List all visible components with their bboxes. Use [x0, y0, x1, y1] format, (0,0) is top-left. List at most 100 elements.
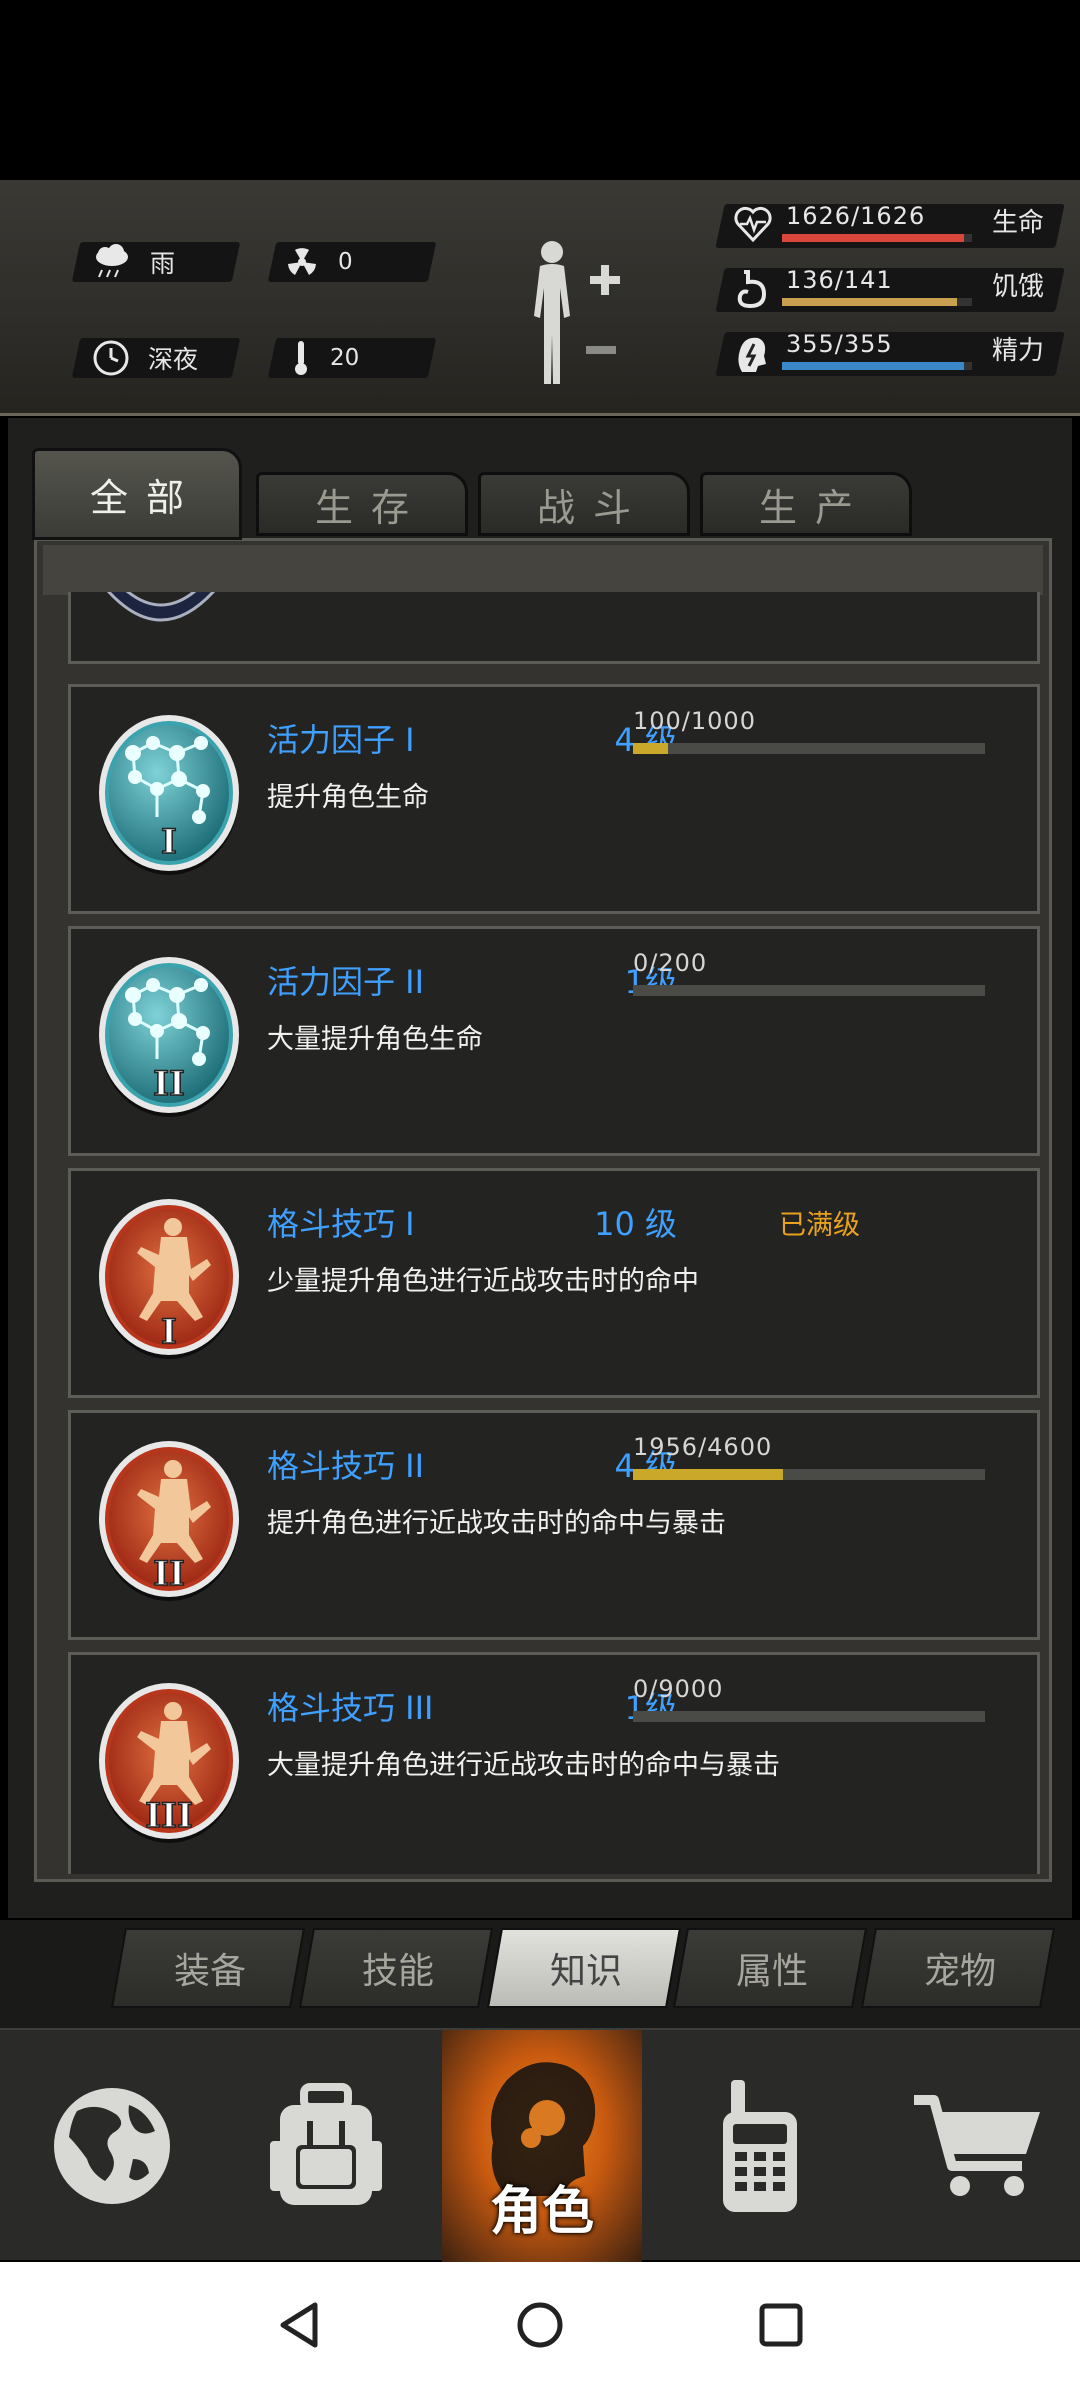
svg-text:III: III	[145, 1796, 193, 1836]
shield-icon	[107, 592, 215, 622]
svg-text:II: II	[153, 1554, 185, 1594]
skill-card[interactable]: III 格斗技巧 III 1级 大量提升角色进行近战攻击时的命中与暴击 0/90…	[68, 1652, 1040, 1874]
progress-bar	[633, 1711, 985, 1722]
skill-title: 活力因子 I	[267, 721, 415, 759]
stat-value: 355/355	[786, 330, 893, 358]
rain-cloud-icon	[96, 244, 128, 278]
home-button[interactable]	[505, 2290, 575, 2360]
nav-backpack[interactable]	[226, 2030, 426, 2262]
sub-tabs: 装备 技能 知识 属性 宠物	[0, 1920, 1080, 2032]
molecule-icon: II	[99, 957, 239, 1117]
molecule-icon: I	[99, 715, 239, 875]
skill-list[interactable]: I 活力因子 I 4 级 提升角色生命 100/1000 II 活力因子 II …	[34, 592, 1050, 1874]
progress-bar-fill	[633, 1469, 783, 1480]
progress-bar	[633, 743, 985, 754]
sub-tab-knowledge[interactable]: 知识	[486, 1928, 682, 2008]
martial-arts-icon: III	[99, 1683, 239, 1843]
skill-icon: II	[93, 955, 245, 1125]
svg-text:I: I	[161, 822, 177, 862]
temperature-indicator[interactable]: 20	[290, 338, 359, 378]
maxed-label: 已满级	[779, 1210, 860, 1241]
stat-name: 饥饿	[992, 272, 1045, 302]
sub-tab-attributes[interactable]: 属性	[672, 1928, 868, 2008]
skill-card[interactable]: II 格斗技巧 II 4 级 提升角色进行近战攻击时的命中与暴击 1956/46…	[68, 1410, 1040, 1640]
skill-title: 格斗技巧 II	[267, 1447, 425, 1485]
status-bar-area	[0, 0, 1080, 180]
tab-all[interactable]: 全部	[32, 448, 242, 540]
sub-tab-skills[interactable]: 技能	[298, 1928, 494, 2008]
time-label: 深夜	[148, 345, 199, 374]
skill-card[interactable]: I 活力因子 I 4 级 提升角色生命 100/1000	[68, 684, 1040, 914]
skill-icon: I	[93, 713, 245, 883]
stat-energy: 355/355 精力	[715, 330, 1065, 378]
skill-card[interactable]: II 活力因子 II 1级 大量提升角色生命 0/200	[68, 926, 1040, 1156]
stat-bar	[782, 298, 972, 306]
recents-button[interactable]	[746, 2290, 816, 2360]
bottom-navigation: 角色	[0, 2028, 1080, 2262]
stomach-icon	[737, 270, 767, 308]
stat-hunger: 136/141 饥饿	[715, 266, 1065, 314]
clock-icon	[93, 340, 129, 376]
progress-text: 0/9000	[633, 1675, 724, 1703]
svg-text:II: II	[153, 1064, 185, 1104]
sub-tab-pets[interactable]: 宠物	[860, 1928, 1056, 2008]
backpack-icon	[270, 2083, 382, 2205]
list-item-partial[interactable]	[68, 592, 1040, 664]
skill-icon: III	[93, 1681, 245, 1851]
stat-value: 136/141	[786, 266, 893, 294]
skill-level: 10 级	[594, 1205, 677, 1243]
stat-bar-fill	[782, 362, 964, 370]
thermometer-icon	[295, 341, 307, 375]
skill-title: 格斗技巧 I	[267, 1205, 415, 1243]
skill-description: 少量提升角色进行近战攻击时的命中	[267, 1266, 699, 1297]
stat-health: 1626/1626 生命	[715, 202, 1065, 250]
skill-description: 大量提升角色生命	[267, 1024, 483, 1055]
time-indicator[interactable]: 深夜	[92, 338, 198, 378]
progress-bar	[633, 985, 985, 996]
category-tabs: 全部 生存 战斗 生产	[32, 448, 932, 540]
skill-title: 格斗技巧 III	[267, 1689, 434, 1727]
recents-square-icon	[759, 2303, 803, 2347]
radiation-value: 0	[338, 249, 353, 275]
stat-bar-fill	[782, 234, 964, 242]
skill-icon: I	[93, 1197, 245, 1367]
progress-bar	[633, 1469, 985, 1480]
progress-text: 1956/4600	[633, 1433, 773, 1461]
shopping-cart-icon	[914, 2095, 1040, 2196]
stat-name: 精力	[992, 336, 1045, 366]
weather-indicator[interactable]: 雨	[92, 242, 175, 282]
radiation-icon	[288, 248, 316, 275]
progress-text: 0/200	[633, 949, 708, 977]
back-triangle-icon	[280, 2302, 318, 2348]
stat-name: 生命	[992, 208, 1045, 238]
stat-bar	[782, 362, 972, 370]
nav-world[interactable]	[12, 2030, 212, 2262]
status-header: 雨 0 深夜 20 1626/1626 生命 136/141 饥饿 355/35…	[0, 180, 1080, 416]
nav-radio[interactable]	[660, 2030, 860, 2262]
progress-text: 100/1000	[633, 707, 756, 735]
tab-survival[interactable]: 生存	[256, 472, 468, 536]
skill-icon: II	[93, 1439, 245, 1609]
temperature-value: 20	[330, 345, 360, 371]
globe-icon	[54, 2088, 170, 2204]
martial-arts-icon: I	[99, 1199, 239, 1359]
radiation-indicator[interactable]: 0	[284, 242, 353, 282]
tab-production[interactable]: 生产	[700, 472, 912, 536]
nav-character[interactable]: 角色	[442, 2030, 642, 2262]
skill-description: 提升角色生命	[267, 782, 429, 813]
sub-tab-equipment[interactable]: 装备	[110, 1928, 306, 2008]
stat-value: 1626/1626	[786, 202, 926, 230]
stat-bar-fill	[782, 298, 957, 306]
back-button[interactable]	[264, 2290, 334, 2360]
nav-shop[interactable]	[878, 2030, 1078, 2262]
heart-pulse-icon	[734, 206, 772, 242]
progress-bar-fill	[633, 743, 668, 754]
svg-text:I: I	[161, 1312, 177, 1352]
energy-head-icon	[738, 337, 766, 372]
body-status-icon[interactable]	[520, 238, 630, 388]
skill-description: 大量提升角色进行近战攻击时的命中与暴击	[267, 1750, 780, 1781]
skill-title: 活力因子 II	[267, 963, 425, 1001]
tab-combat[interactable]: 战斗	[478, 472, 690, 536]
skill-card[interactable]: I 格斗技巧 I 10 级 少量提升角色进行近战攻击时的命中 已满级	[68, 1168, 1040, 1398]
weather-label: 雨	[150, 249, 176, 278]
